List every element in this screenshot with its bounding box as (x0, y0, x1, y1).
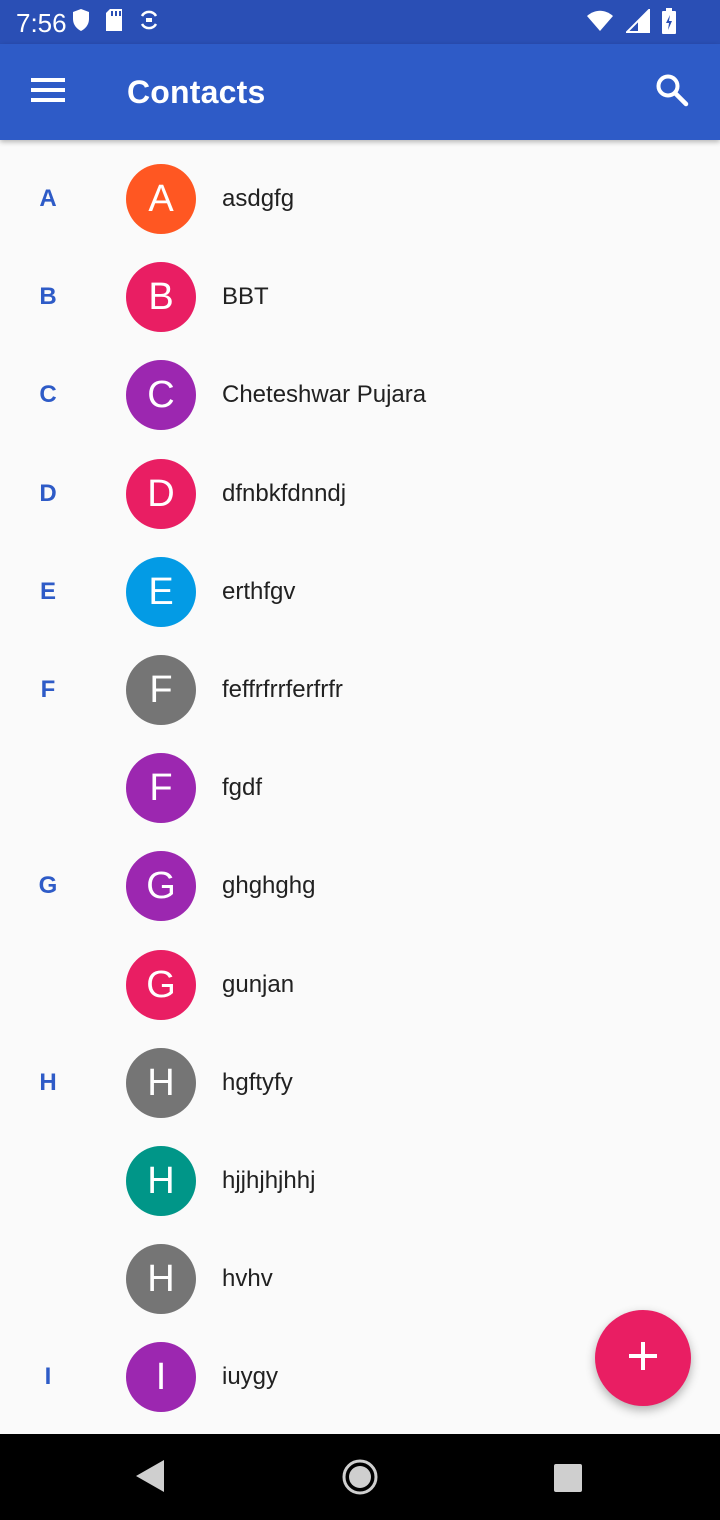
contact-name: erthfgv (222, 578, 296, 605)
section-letter (28, 936, 68, 1034)
wifi-icon (586, 9, 614, 38)
back-icon[interactable] (132, 1456, 168, 1501)
contact-row[interactable]: F Ffeffrfrrferfrfr (0, 641, 720, 739)
battery-icon (662, 8, 676, 39)
contact-name: BBT (222, 283, 269, 310)
section-letter: D (39, 480, 57, 507)
contact-row[interactable]: B B BBT (0, 248, 720, 346)
section-letter: F (40, 676, 56, 703)
contact-row[interactable]: Ffgdf (0, 739, 720, 837)
section-letter: A (39, 185, 57, 212)
section-letter: G (38, 872, 58, 899)
avatar[interactable]: H (126, 1244, 196, 1314)
recents-icon[interactable] (554, 1464, 582, 1497)
menu-button[interactable] (20, 64, 76, 120)
menu-icon (31, 77, 65, 108)
section-letter: E (39, 578, 56, 605)
signal-icon (624, 7, 650, 38)
plus-icon (628, 1341, 658, 1376)
avatar[interactable]: C (126, 360, 196, 430)
section-letter: H (39, 1069, 57, 1096)
contact-name: fgdf (222, 774, 263, 801)
navigation-bar (0, 1434, 720, 1520)
avatar[interactable]: E (126, 557, 196, 627)
contact-name: hvhv (222, 1265, 273, 1292)
contact-name: asdgfg (222, 185, 295, 212)
contact-name: gunjan (222, 971, 295, 998)
page-title: Contacts (127, 74, 266, 110)
contact-name: iuygy (222, 1363, 279, 1390)
contact-name: feffrfrrferfrfr (222, 676, 343, 703)
app-bar: Contacts (0, 44, 720, 140)
home-icon[interactable] (341, 1458, 379, 1501)
section-letter (28, 739, 68, 837)
avatar[interactable]: D (126, 459, 196, 529)
shield-icon (72, 8, 90, 37)
contact-list: A Aasdgfg B B BBT C C Cheteshwar Pujara D Ddfnbkf… (0, 140, 720, 1434)
avatar[interactable]: H (126, 1048, 196, 1118)
contact-row[interactable]: Hhvhv (0, 1230, 720, 1328)
section-letter: B (39, 283, 57, 310)
contact-row[interactable]: C C Cheteshwar Pujara (0, 346, 720, 444)
contact-name: ghghghg (222, 872, 316, 899)
contact-row[interactable]: Ggunjan (0, 936, 720, 1034)
section-letter (28, 1230, 68, 1328)
avatar[interactable]: G (126, 851, 196, 921)
section-letter: C (39, 381, 57, 408)
avatar[interactable]: G (126, 950, 196, 1020)
avatar[interactable]: A (126, 164, 196, 234)
avatar[interactable]: F (126, 753, 196, 823)
contact-row[interactable]: A Aasdgfg (0, 150, 720, 248)
contact-row[interactable]: D Ddfnbkfdnndj (0, 445, 720, 543)
search-icon (655, 73, 689, 112)
add-contact-button[interactable] (595, 1310, 691, 1406)
contact-name: hjjhjhjhhj (222, 1167, 316, 1194)
search-button[interactable] (644, 64, 700, 120)
status-time: 7:56 (16, 8, 67, 38)
contact-name: hgftyfy (222, 1069, 293, 1096)
sd-card-icon (104, 8, 124, 37)
contact-row[interactable]: E Eerthfgv (0, 543, 720, 641)
avatar[interactable]: I (126, 1342, 196, 1412)
contact-row[interactable]: G Gghghghg (0, 837, 720, 935)
avatar[interactable]: F (126, 655, 196, 725)
avatar[interactable]: B (126, 262, 196, 332)
section-letter (28, 1132, 68, 1230)
sync-icon (138, 8, 160, 37)
avatar[interactable]: H (126, 1146, 196, 1216)
contact-row[interactable]: Hhjjhjhjhhj (0, 1132, 720, 1230)
status-bar: 7:56 (0, 0, 720, 44)
contact-name: Cheteshwar Pujara (222, 381, 427, 408)
contact-name: dfnbkfdnndj (222, 480, 347, 507)
section-letter: I (44, 1363, 52, 1390)
contact-row[interactable]: H Hhgftyfy (0, 1034, 720, 1132)
